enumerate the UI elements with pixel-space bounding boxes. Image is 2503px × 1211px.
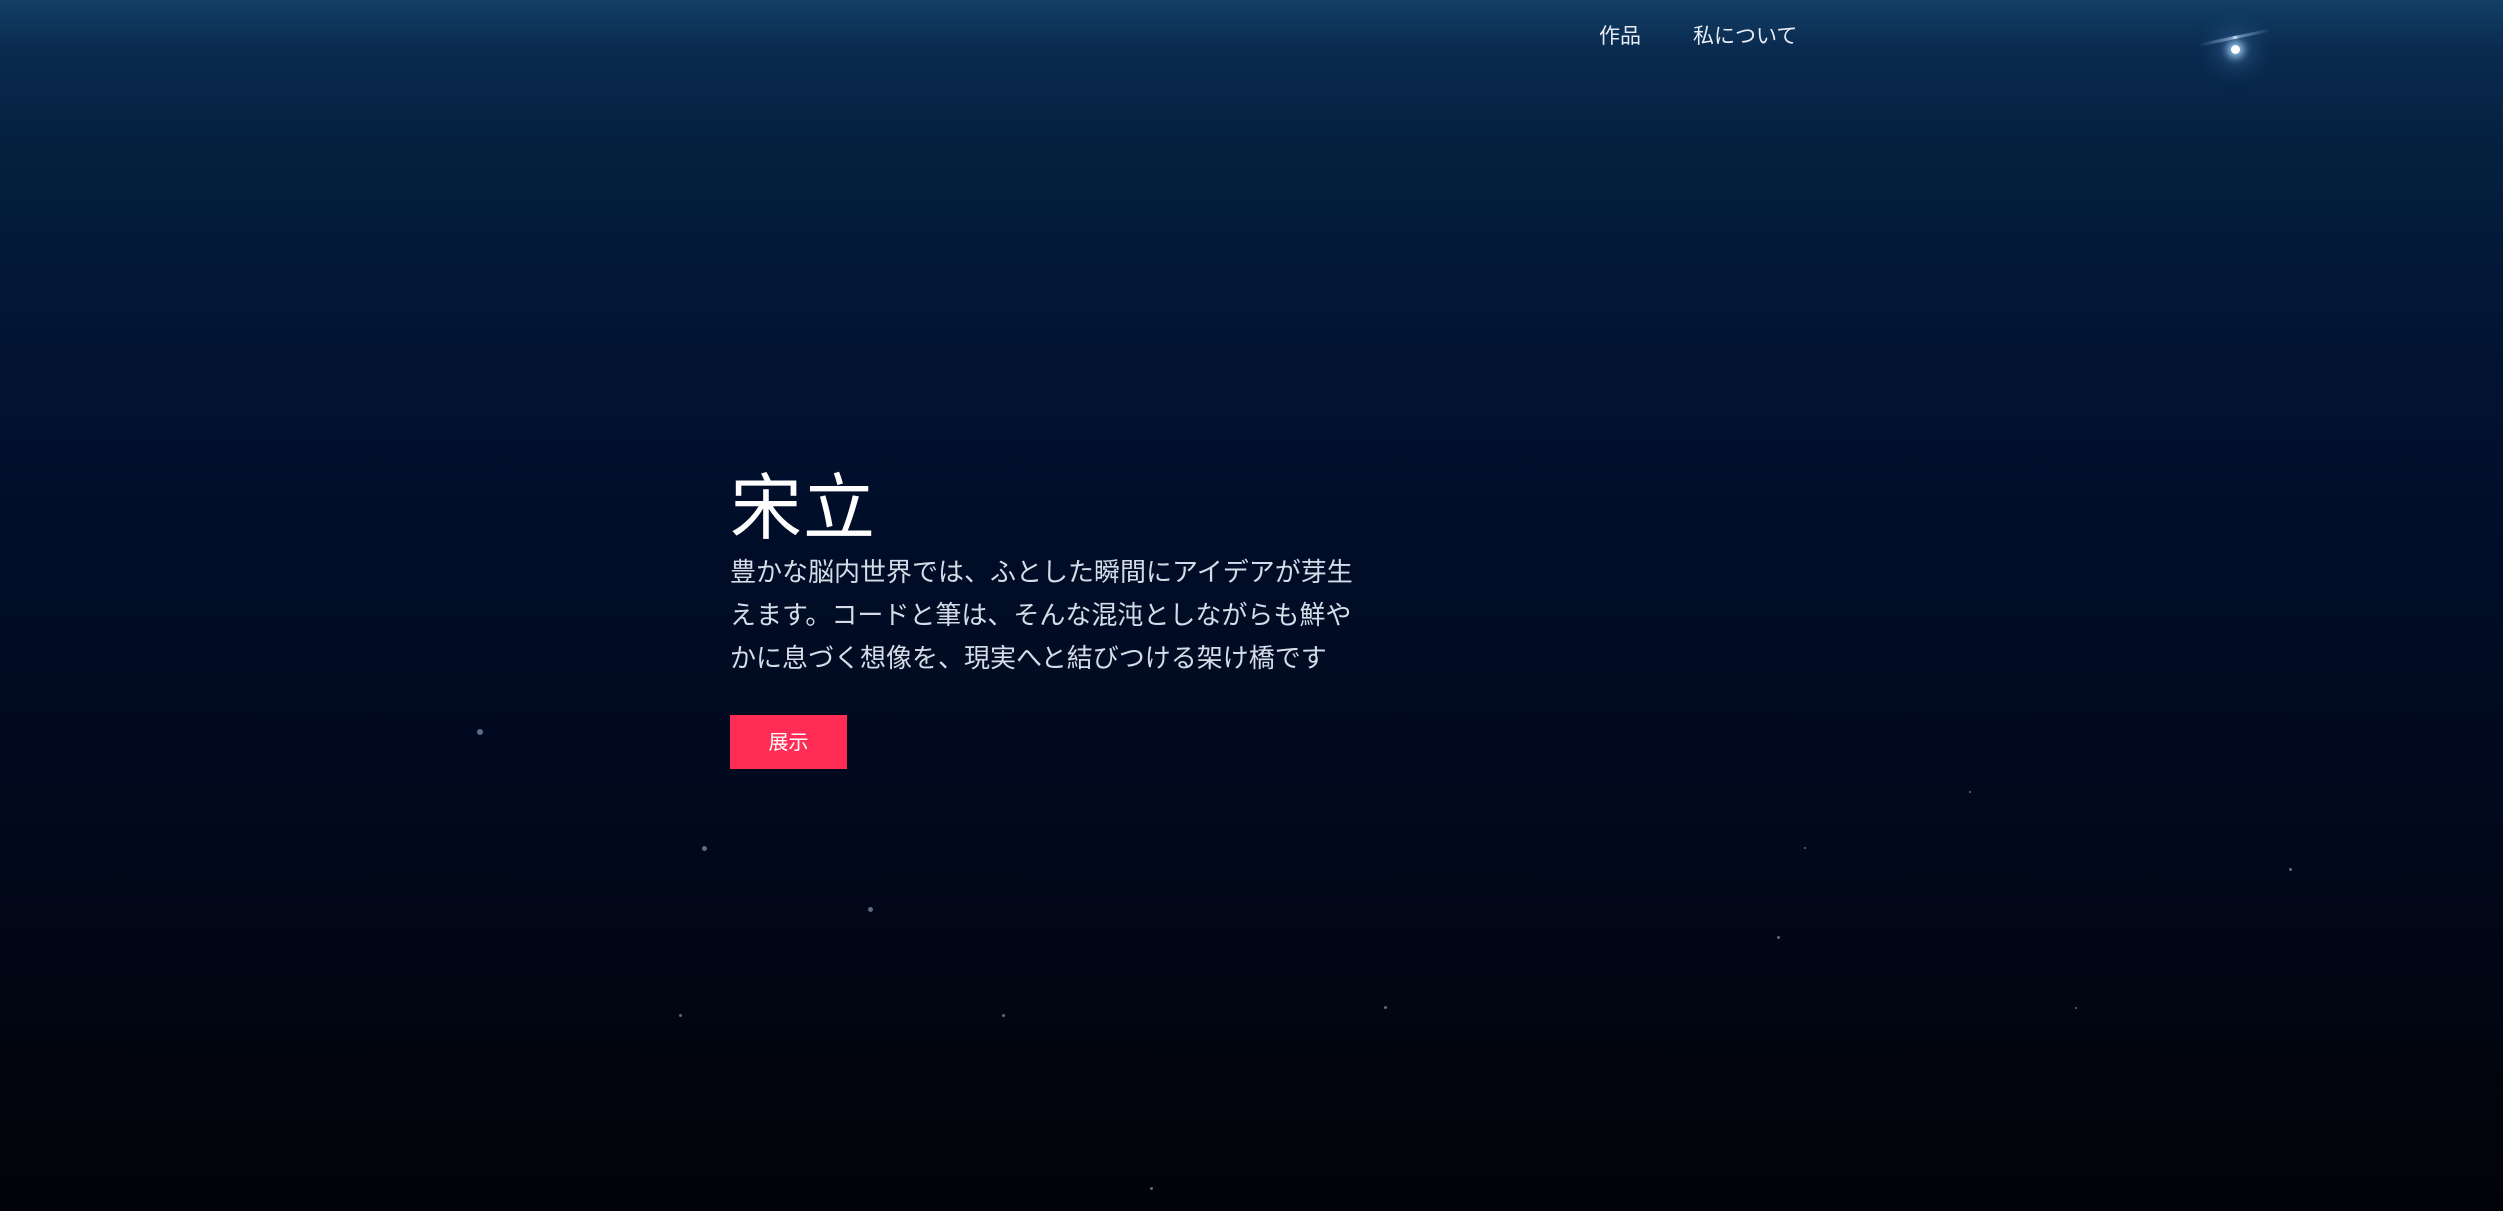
particle [1002, 1014, 1005, 1017]
particle [2075, 1007, 2077, 1009]
exhibit-button[interactable]: 展示 [730, 715, 847, 769]
particle [1804, 847, 1806, 849]
nav-link-about[interactable]: 私について [1693, 20, 1797, 50]
particle [1777, 936, 1780, 939]
particle [1384, 1006, 1387, 1009]
particle [1150, 1187, 1153, 1190]
hero-section: 宋立 豊かな脳内世界では、ふとした瞬間にアイデアが芽生えます。コードと筆は、そん… [730, 466, 1390, 769]
nav-link-works[interactable]: 作品 [1599, 20, 1641, 50]
particle [2289, 868, 2292, 871]
shooting-star-icon [2231, 45, 2240, 54]
hero-description: 豊かな脳内世界では、ふとした瞬間にアイデアが芽生えます。コードと筆は、そんな混沌… [730, 558, 1353, 674]
particle [702, 846, 707, 851]
hero-title: 宋立 [730, 466, 877, 550]
particle [1969, 791, 1971, 793]
particle [477, 729, 483, 735]
top-nav: 作品 私について [0, 0, 2503, 70]
particle [679, 1014, 682, 1017]
particle [868, 907, 873, 912]
